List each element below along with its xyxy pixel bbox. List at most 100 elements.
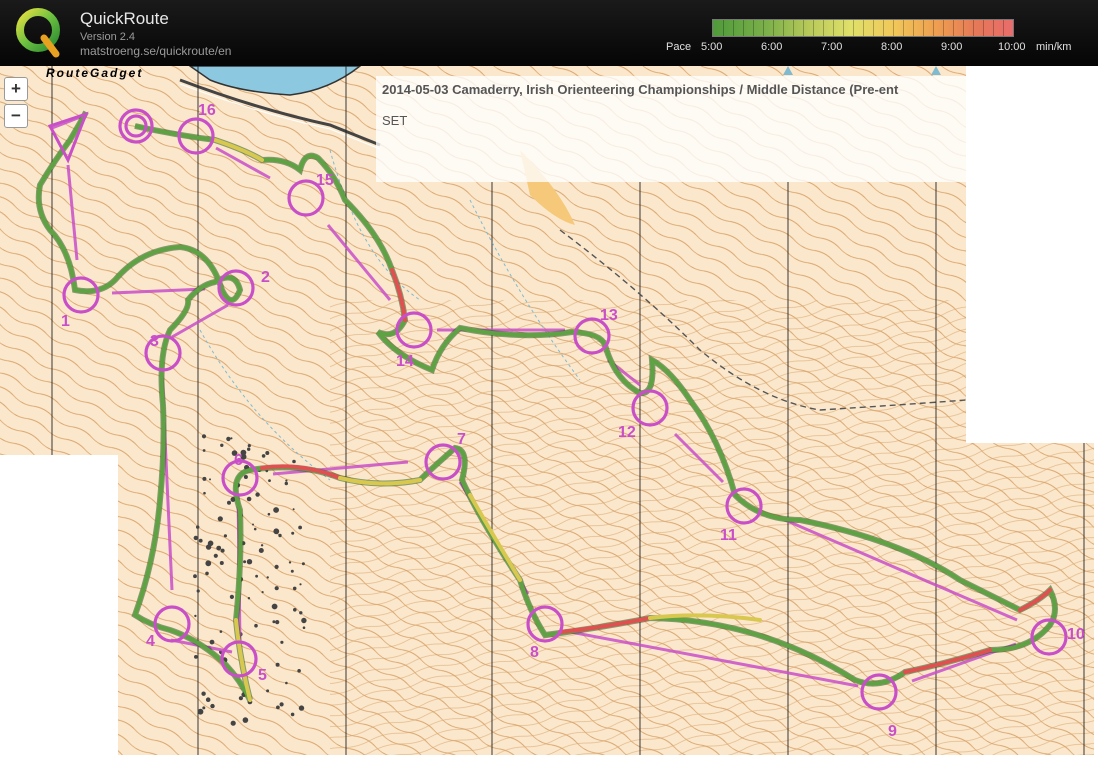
boulder-dot — [247, 444, 251, 448]
pace-segment — [893, 20, 894, 36]
pace-segment — [793, 20, 794, 36]
boulder-dot — [202, 476, 207, 481]
boulder-dot — [291, 531, 295, 535]
boulder-dot — [247, 447, 251, 451]
boulder-dot — [196, 525, 200, 529]
control-number: 9 — [888, 723, 897, 740]
pace-segment — [953, 20, 954, 36]
boulder-dot — [274, 564, 279, 570]
pace-segment — [763, 20, 764, 36]
event-info-panel: 2014-05-03 Camaderry, Irish Orienteering… — [376, 76, 966, 182]
boulder-dot — [202, 706, 206, 710]
app-header: QuickRoute Version 2.4 matstroeng.se/qui… — [0, 0, 1098, 66]
boulder-dot — [243, 560, 247, 564]
boulder-dot — [285, 681, 288, 685]
boulder-dot — [201, 434, 207, 439]
control-number: 12 — [618, 424, 636, 441]
pace-segment — [973, 20, 974, 36]
pace-tick: 8:00 — [881, 41, 903, 53]
boulder-dot — [284, 481, 288, 486]
boulder-dot — [217, 516, 223, 522]
boulder-dot — [253, 527, 257, 531]
pace-segment — [773, 20, 774, 36]
pace-tick: 7:00 — [821, 41, 843, 53]
control-number: 4 — [146, 633, 155, 650]
boulder-dot — [197, 708, 204, 715]
event-status: SET — [382, 113, 408, 128]
boulder-dot — [207, 540, 214, 547]
pace-segment — [963, 20, 964, 36]
boulder-dot — [260, 544, 264, 547]
boulder-dot — [205, 697, 211, 702]
pace-tick: 5:00 — [701, 41, 723, 53]
boulder-dot — [273, 528, 280, 535]
boulder-dot — [246, 496, 252, 502]
pace-segment — [853, 20, 854, 36]
boulder-dot — [219, 561, 224, 565]
boulder-dot — [247, 597, 251, 600]
boulder-dot — [266, 576, 269, 579]
boulder-dot — [285, 479, 288, 482]
pace-segment — [743, 20, 744, 36]
pace-segment — [863, 20, 864, 36]
boulder-dot — [209, 639, 215, 645]
pace-tick: 10:00 — [998, 41, 1026, 53]
pace-segment — [883, 20, 884, 36]
boulder-dot — [268, 479, 271, 482]
boulder-dot — [242, 717, 249, 723]
pace-segment — [943, 20, 944, 36]
boulder-dot — [230, 437, 233, 440]
boulder-dot — [279, 702, 284, 707]
pace-segment — [753, 20, 754, 36]
scroll-marker-icon — [931, 66, 941, 75]
control-number: 1 — [61, 313, 70, 330]
boulder-dot — [223, 534, 227, 538]
pace-segment — [913, 20, 914, 36]
routegadget-logo: RouteGadget — [46, 66, 144, 80]
boulder-dot — [267, 512, 271, 516]
pace-unit: min/km — [1036, 41, 1072, 53]
boulder-dot — [220, 548, 225, 553]
boulder-dot — [261, 591, 264, 594]
boulder-dot — [292, 508, 295, 511]
boulder-dot — [254, 623, 258, 628]
boulder-dot — [299, 611, 303, 615]
boulder-dot — [205, 571, 209, 576]
boulder-dot — [280, 640, 284, 644]
boulder-dot — [266, 689, 270, 693]
boulder-dot — [288, 561, 292, 564]
zoom-out-button[interactable]: − — [4, 104, 28, 128]
app-url[interactable]: matstroeng.se/quickroute/en — [80, 44, 231, 58]
pace-tick: 6:00 — [761, 41, 783, 53]
boulder-dot — [238, 696, 243, 701]
boulder-dot — [299, 583, 302, 586]
pace-segment — [723, 20, 724, 36]
boulder-dot — [293, 608, 297, 612]
pace-segment — [803, 20, 804, 36]
control-number: 15 — [316, 172, 334, 189]
boulder-dot — [230, 720, 236, 726]
boulder-dot — [274, 586, 279, 591]
pace-segment — [983, 20, 984, 36]
pace-segment — [873, 20, 874, 36]
pace-segment — [733, 20, 734, 36]
boulder-dot — [193, 574, 197, 579]
pace-segment — [923, 20, 924, 36]
quickroute-logo-icon — [16, 8, 60, 58]
boulder-dot — [275, 620, 280, 625]
boulder-dot — [275, 662, 280, 667]
control-number: 14 — [396, 353, 414, 370]
control-number: 11 — [720, 527, 737, 544]
app-title: QuickRoute — [80, 9, 169, 28]
boulder-dot — [220, 443, 224, 447]
pace-label: Pace — [666, 41, 692, 53]
boulder-dot — [301, 562, 305, 566]
boulder-dot — [198, 538, 203, 543]
boulder-dot — [276, 705, 280, 710]
boulder-dot — [194, 655, 198, 659]
boulder-dot — [194, 614, 197, 618]
zoom-in-button[interactable]: + — [4, 77, 28, 101]
boulder-dot — [219, 630, 223, 633]
boulder-dot — [196, 589, 200, 593]
boulder-dot — [202, 449, 206, 452]
